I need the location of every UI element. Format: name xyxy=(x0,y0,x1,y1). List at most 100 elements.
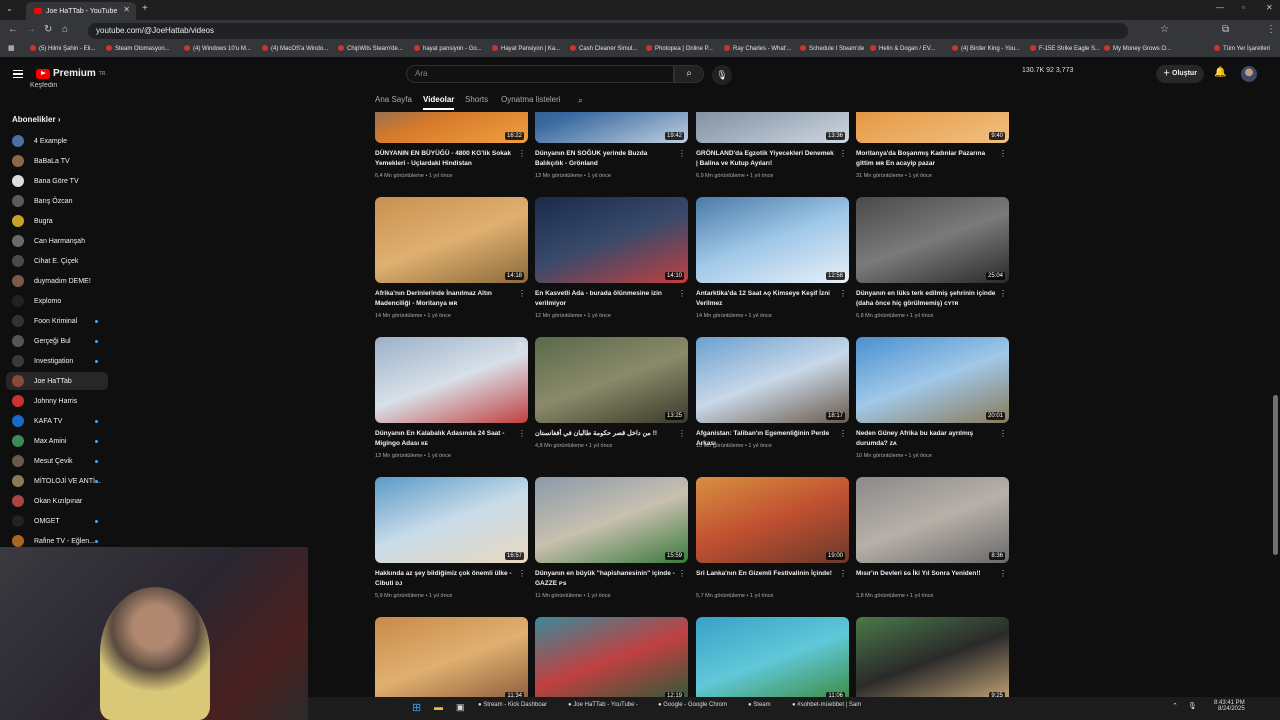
youtube-premium-logo[interactable]: Premium TR xyxy=(36,68,105,79)
bookmark-item[interactable]: (4) Windows 10'u M... xyxy=(184,45,251,52)
bookmark-item[interactable]: (5) Hilmi Şahin - Eli... xyxy=(30,45,95,52)
tab-home[interactable]: Ana Sayfa xyxy=(375,95,412,104)
apps-icon[interactable]: ▦ xyxy=(8,44,15,52)
video-thumbnail[interactable]: 11:06 xyxy=(696,617,849,697)
video-title[interactable]: Afrika'nın Derinlerinde İnanılmaz Altın … xyxy=(375,289,515,308)
video-thumbnail[interactable]: 14:18 xyxy=(375,197,528,283)
search-button[interactable]: ⌕ xyxy=(674,65,704,83)
video-thumbnail[interactable]: 20:01 xyxy=(856,337,1009,423)
bookmark-item[interactable]: Ray Charles - What'... xyxy=(724,45,792,52)
video-card[interactable]: 16:57 Hakkında az şey bildiğimiz çok önem… xyxy=(375,477,528,599)
more-options-icon[interactable]: ⋮ xyxy=(678,149,686,158)
video-thumbnail[interactable]: 12:58 xyxy=(696,197,849,283)
video-thumbnail[interactable]: ◷ xyxy=(375,337,528,423)
bookmark-item[interactable]: Hayat Pansiyon | Ka... xyxy=(492,45,560,52)
tab-search-icon[interactable]: ⌄ xyxy=(6,4,13,13)
more-options-icon[interactable]: ⋮ xyxy=(518,289,526,298)
notifications-bell-icon[interactable]: 🔔 xyxy=(1214,67,1226,78)
video-thumbnail[interactable]: 11:34 xyxy=(375,617,528,697)
video-title[interactable]: Neden Güney Afrika bu kadar ayrılmış dur… xyxy=(856,429,996,448)
tab-close-icon[interactable]: ✕ xyxy=(123,5,130,14)
forward-icon[interactable]: → xyxy=(26,24,36,35)
video-thumbnail[interactable]: 8:36 xyxy=(856,477,1009,563)
video-card[interactable]: 13:25 من داخل قصر حكومة طالبان في أفغانست… xyxy=(535,337,688,457)
tray-chevron-icon[interactable]: ⌃ xyxy=(1172,702,1178,710)
video-title[interactable]: Sri Lanka'nın En Gizemli Festivalinin İç… xyxy=(696,569,836,588)
video-thumbnail[interactable]: 14:10 xyxy=(535,197,688,283)
more-options-icon[interactable]: ⋮ xyxy=(678,289,686,298)
more-options-icon[interactable]: ⋮ xyxy=(678,429,686,438)
video-thumbnail[interactable]: 16:57 xyxy=(375,477,528,563)
video-card[interactable]: 25:04 Dünyanın en lüks terk edilmiş şehri… xyxy=(856,197,1009,319)
video-card[interactable]: 11:06 xyxy=(696,617,849,697)
menu-dots-icon[interactable]: ⋮ xyxy=(1266,24,1276,35)
video-card[interactable]: 18:17 Afganistan: Taliban'ın Egemenliğini… xyxy=(696,337,849,457)
tab-videos[interactable]: Videolar xyxy=(423,95,454,104)
bookmark-item[interactable]: (4) Birder King - You... xyxy=(952,45,1020,52)
more-options-icon[interactable]: ⋮ xyxy=(999,429,1007,438)
bookmark-item[interactable]: F-15E Strike Eagle S... xyxy=(1030,45,1100,52)
bookmark-item[interactable]: (4) MacOS'a Windo... xyxy=(262,45,328,52)
tab-shorts[interactable]: Shorts xyxy=(465,95,488,104)
url-field[interactable]: youtube.com/@JoeHattab/videos xyxy=(88,23,1128,39)
more-options-icon[interactable]: ⋮ xyxy=(839,289,847,298)
video-title[interactable]: Dünyanın En Kalabalık Adasında 24 Saat -… xyxy=(375,429,515,448)
more-options-icon[interactable]: ⋮ xyxy=(839,429,847,438)
more-options-icon[interactable]: ⋮ xyxy=(839,569,847,578)
video-card[interactable]: 11:34 xyxy=(375,617,528,697)
video-thumbnail[interactable]: 19:00 xyxy=(696,477,849,563)
terminal-icon[interactable]: ▣ xyxy=(456,702,465,713)
channel-search-icon[interactable]: ⌕ xyxy=(578,95,583,106)
video-thumbnail[interactable]: 25:04 xyxy=(856,197,1009,283)
search-input[interactable]: Ara xyxy=(406,65,674,83)
maximize-icon[interactable]: ▫ xyxy=(1242,3,1245,12)
bookmark-item[interactable]: Cash Cleaner Simul... xyxy=(570,45,637,52)
watch-later-icon[interactable]: ◷ xyxy=(517,341,524,350)
taskbar-item[interactable]: ● Google - Google Chrom xyxy=(658,702,727,708)
extensions-icon[interactable]: ⧉ xyxy=(1222,24,1229,35)
video-title[interactable]: Mısır'ın Devleri ᴇɢ İki Yıl Sonra Yenide… xyxy=(856,569,996,588)
avatar[interactable] xyxy=(1241,66,1257,82)
sidebar-cut-item[interactable]: Keşfedin xyxy=(30,82,57,89)
video-card[interactable]: 15:59 Dünyanın en büyük "hapishanesinin" … xyxy=(535,477,688,599)
clock[interactable]: 8:43:41 PM 8/24/2025 xyxy=(1214,700,1245,712)
video-card[interactable]: 14:10 En Kasvetli Ada - burada ölünmesine… xyxy=(535,197,688,319)
browser-tab-active[interactable]: Joe HaTTab - YouTube ✕ xyxy=(26,2,136,20)
video-card[interactable]: 14:18 Afrika'nın Derinlerinde İnanılmaz A… xyxy=(375,197,528,319)
bookmark-item[interactable]: Schedule I Steam'de xyxy=(800,45,864,52)
bookmark-item[interactable]: ChipWits Steam'de... xyxy=(338,45,403,52)
video-thumbnail[interactable]: 13:25 xyxy=(535,337,688,423)
video-card[interactable]: 12:58 Antarktika'da 12 Saat ᴀǫ Kimseye Ke… xyxy=(696,197,849,319)
video-thumbnail[interactable]: 15:59 xyxy=(535,477,688,563)
bookmark-item[interactable]: My Money Grows O... xyxy=(1104,45,1171,52)
video-title[interactable]: Dünyanın en büyük "hapishanesinin" içind… xyxy=(535,569,675,588)
video-card[interactable]: 8:36 Mısır'ın Devleri ᴇɢ İki Yıl Sonra Ye… xyxy=(856,477,1009,599)
create-button[interactable]: ＋ Oluştur xyxy=(1156,65,1204,83)
more-options-icon[interactable]: ⋮ xyxy=(999,149,1007,158)
tab-playlists[interactable]: Oynatma listeleri xyxy=(501,95,561,104)
all-bookmarks[interactable]: Tüm Yer İşaretleri xyxy=(1214,45,1270,52)
more-options-icon[interactable]: ⋮ xyxy=(518,569,526,578)
close-window-icon[interactable]: ✕ xyxy=(1266,3,1273,12)
more-options-icon[interactable]: ⋮ xyxy=(518,429,526,438)
file-explorer-icon[interactable]: ▬ xyxy=(434,702,443,712)
taskbar-item[interactable]: ● #sohbet-müebbet | Sam xyxy=(792,702,861,708)
video-thumbnail[interactable]: 18:17 xyxy=(696,337,849,423)
bookmark-item[interactable]: Photopea | Online P... xyxy=(646,45,713,52)
more-options-icon[interactable]: ⋮ xyxy=(999,569,1007,578)
bookmark-item[interactable]: hayat pansiyon - Go... xyxy=(414,45,482,52)
more-options-icon[interactable]: ⋮ xyxy=(839,149,847,158)
more-options-icon[interactable]: ⋮ xyxy=(999,289,1007,298)
video-card[interactable]: 19:00 Sri Lanka'nın En Gizemli Festivalin… xyxy=(696,477,849,599)
page-scrollbar[interactable] xyxy=(1273,395,1278,555)
new-tab-icon[interactable]: + xyxy=(142,3,148,14)
video-card[interactable]: 9:25 xyxy=(856,617,1009,697)
video-title[interactable]: Antarktika'da 12 Saat ᴀǫ Kimseye Keşif İ… xyxy=(696,289,836,308)
back-icon[interactable]: ← xyxy=(8,24,18,35)
more-options-icon[interactable]: ⋮ xyxy=(678,569,686,578)
mic-tray-icon[interactable]: 🎙 xyxy=(1188,702,1197,710)
bookmark-star-icon[interactable]: ☆ xyxy=(1160,24,1169,35)
video-title[interactable]: GRÖNLAND'da Egzotik Yiyecekleri Denemek … xyxy=(696,149,836,168)
home-icon[interactable]: ⌂ xyxy=(62,24,68,35)
taskbar-item[interactable]: ● Joe HaTTab - YouTube - xyxy=(568,702,638,708)
